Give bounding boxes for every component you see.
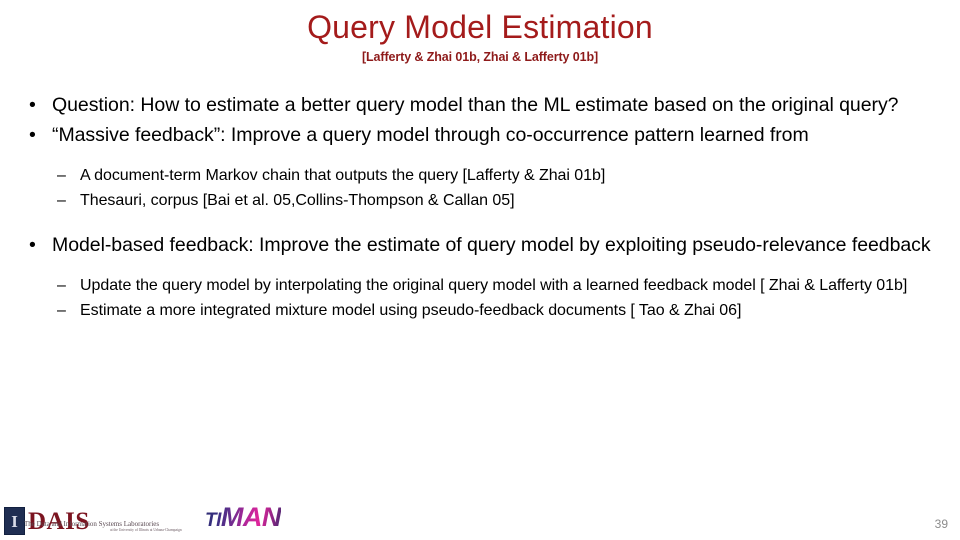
sub-bullet-item-mixture-model: – Estimate a more integrated mixture mod… [0, 298, 960, 323]
bullet-marker-icon: • [29, 234, 36, 256]
dash-marker-icon: – [57, 277, 66, 294]
sub-bullet-text: Update the query model by interpolating … [80, 277, 908, 294]
dash-marker-icon: – [57, 302, 66, 319]
dais-tagline-line-2: at the University of Illinois at Urbana-… [110, 527, 182, 532]
timan-letter-t: T [205, 510, 217, 531]
illinois-mark-letter: I [11, 511, 18, 531]
slide: Query Model Estimation [Lafferty & Zhai … [0, 0, 960, 540]
bullet-marker-icon: • [29, 94, 36, 116]
bullet-item-model-based-feedback: • Model-based feedback: Improve the esti… [0, 230, 960, 260]
bullet-text: Question: How to estimate a better query… [52, 94, 899, 116]
bullet-marker-icon: • [29, 124, 36, 146]
sub-bullet-item-thesauri: – Thesauri, corpus [Bai et al. 05,Collin… [0, 188, 960, 213]
illinois-mark-icon: I [4, 507, 25, 535]
slide-citation-subtitle: [Lafferty & Zhai 01b, Zhai & Lafferty 01… [361, 50, 599, 64]
sub-bullet-text: Estimate a more integrated mixture model… [80, 302, 742, 319]
sub-bullet-text: A document-term Markov chain that output… [80, 167, 606, 184]
dais-logo: I DAIS [4, 506, 90, 536]
slide-footer: I DAIS The Data and Information Systems … [0, 492, 960, 540]
bullet-item-question: • Question: How to estimate a better que… [0, 90, 960, 120]
dash-marker-icon: – [57, 192, 66, 209]
timan-letter-n: N [261, 502, 281, 532]
title-block: Query Model Estimation [Lafferty & Zhai … [0, 8, 960, 65]
dais-wordmark: DAIS [28, 507, 90, 535]
timan-letter-m: M [220, 502, 243, 532]
bullet-text: Model-based feedback: Improve the estima… [52, 234, 931, 256]
page-title: Query Model Estimation [307, 9, 653, 45]
dash-marker-icon: – [57, 167, 66, 184]
slide-body: • Question: How to estimate a better que… [0, 90, 960, 323]
bullet-item-massive-feedback: • “Massive feedback”: Improve a query mo… [0, 120, 960, 150]
bullet-text: “Massive feedback”: Improve a query mode… [52, 124, 809, 146]
sub-bullet-text: Thesauri, corpus [Bai et al. 05,Collins-… [80, 192, 515, 209]
page-number: 39 [934, 517, 948, 531]
sub-bullet-item-update-query-model: – Update the query model by interpolatin… [0, 273, 960, 298]
timan-logo: TIMAN [205, 504, 281, 534]
timan-letter-a: A [242, 502, 262, 532]
sub-bullet-item-markov-chain: – A document-term Markov chain that outp… [0, 163, 960, 188]
